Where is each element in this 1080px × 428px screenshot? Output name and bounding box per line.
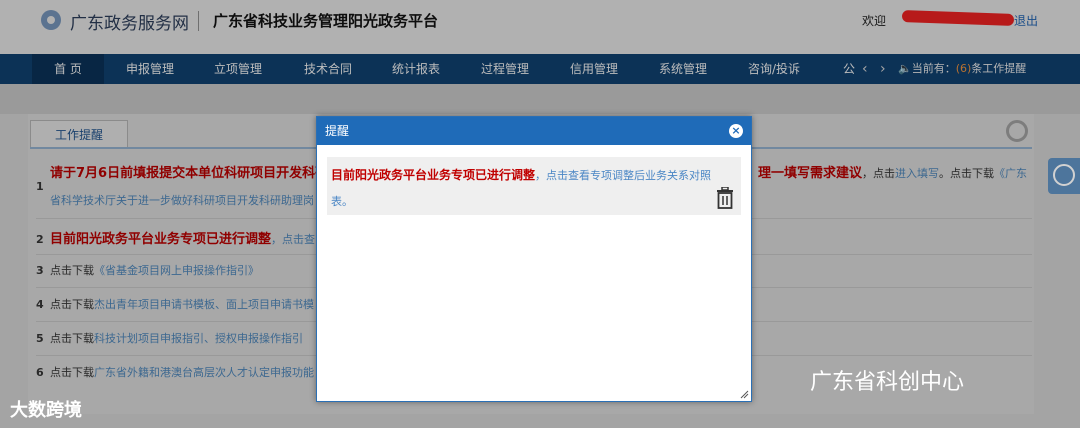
message-link[interactable]: ，点击查看专项调整后业务关系对照	[535, 169, 711, 182]
resize-handle-icon[interactable]	[739, 389, 749, 399]
dialog-title: 提醒	[325, 124, 350, 138]
message-link-cont[interactable]: 表。	[331, 195, 353, 208]
dialog-message: 目前阳光政务平台业务专项已进行调整，点击查看专项调整后业务关系对照 表。	[327, 157, 741, 215]
trash-icon[interactable]	[715, 187, 735, 209]
dialog-header: 提醒 ×	[317, 117, 751, 145]
watermark-right: 广东省科创中心	[810, 370, 965, 395]
message-strong: 目前阳光政务平台业务专项已进行调整	[331, 168, 536, 182]
watermark-left: 大数跨境	[10, 400, 82, 421]
close-icon[interactable]: ×	[729, 124, 743, 138]
reminder-dialog: 提醒 × 目前阳光政务平台业务专项已进行调整，点击查看专项调整后业务关系对照 表…	[316, 116, 752, 402]
